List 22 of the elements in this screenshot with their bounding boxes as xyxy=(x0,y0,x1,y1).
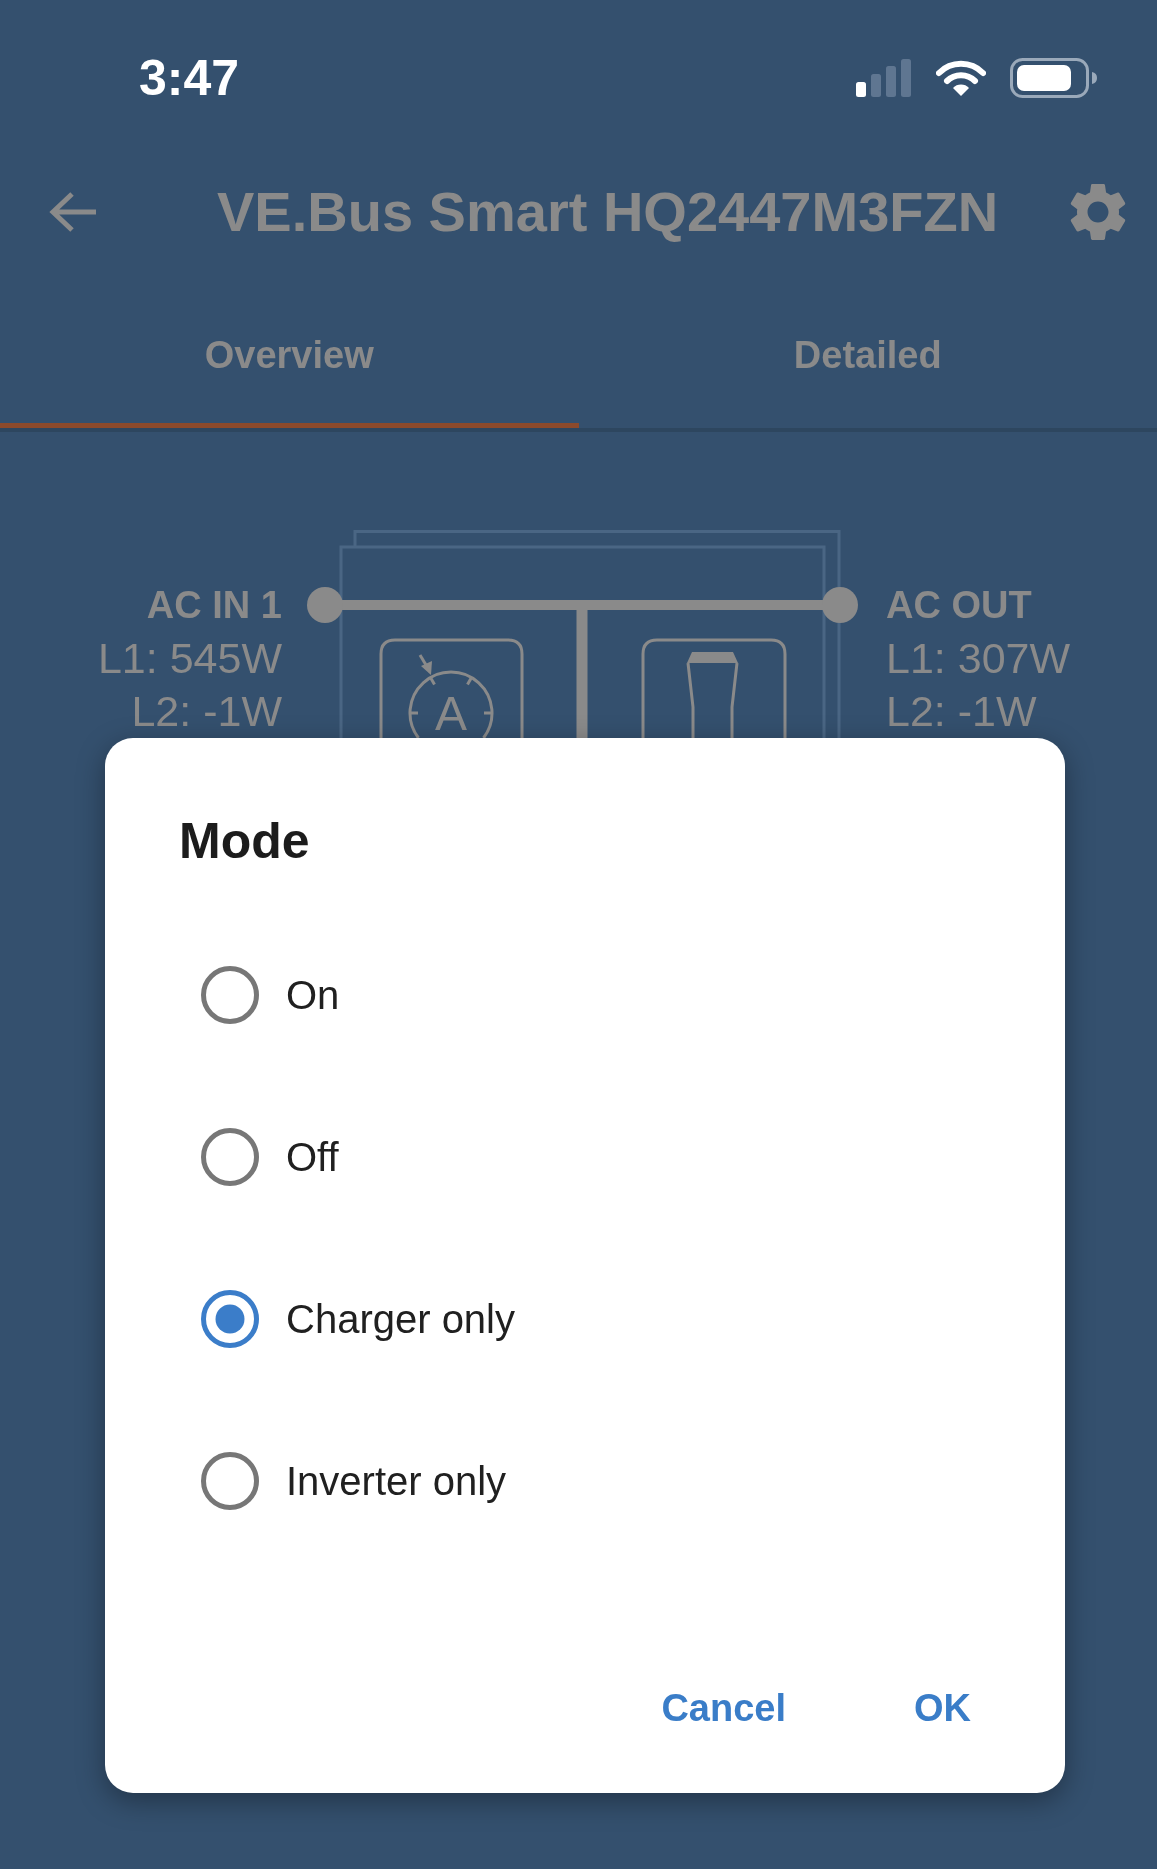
power-reading: L2: -1W xyxy=(131,686,282,737)
wifi-icon xyxy=(936,59,986,97)
cancel-button[interactable]: Cancel xyxy=(641,1668,806,1748)
mode-option[interactable]: Off xyxy=(201,1128,339,1186)
device-title: VE.Bus Smart HQ2447M3FZN xyxy=(217,184,999,240)
back-arrow-icon[interactable] xyxy=(48,190,98,234)
power-reading: L1: 307W xyxy=(886,633,1071,684)
signal-icon xyxy=(856,59,912,97)
mode-option[interactable]: On xyxy=(201,966,340,1024)
mode-option[interactable]: Charger only xyxy=(201,1290,515,1348)
power-reading: L2: -1W xyxy=(886,686,1037,737)
connection-label: AC OUT xyxy=(886,583,1032,628)
status-time: 3:47 xyxy=(139,53,240,103)
connector-dot xyxy=(822,587,858,623)
dialog-title: Mode xyxy=(179,812,310,871)
ok-button[interactable]: OK xyxy=(894,1668,991,1748)
bottle-icon xyxy=(641,638,787,738)
mode-option[interactable]: Inverter only xyxy=(201,1452,507,1510)
connector-dot xyxy=(307,587,343,623)
battery-icon xyxy=(1010,58,1097,98)
connection-label: AC IN 1 xyxy=(146,583,282,628)
power-reading: L1: 545W xyxy=(97,633,282,684)
